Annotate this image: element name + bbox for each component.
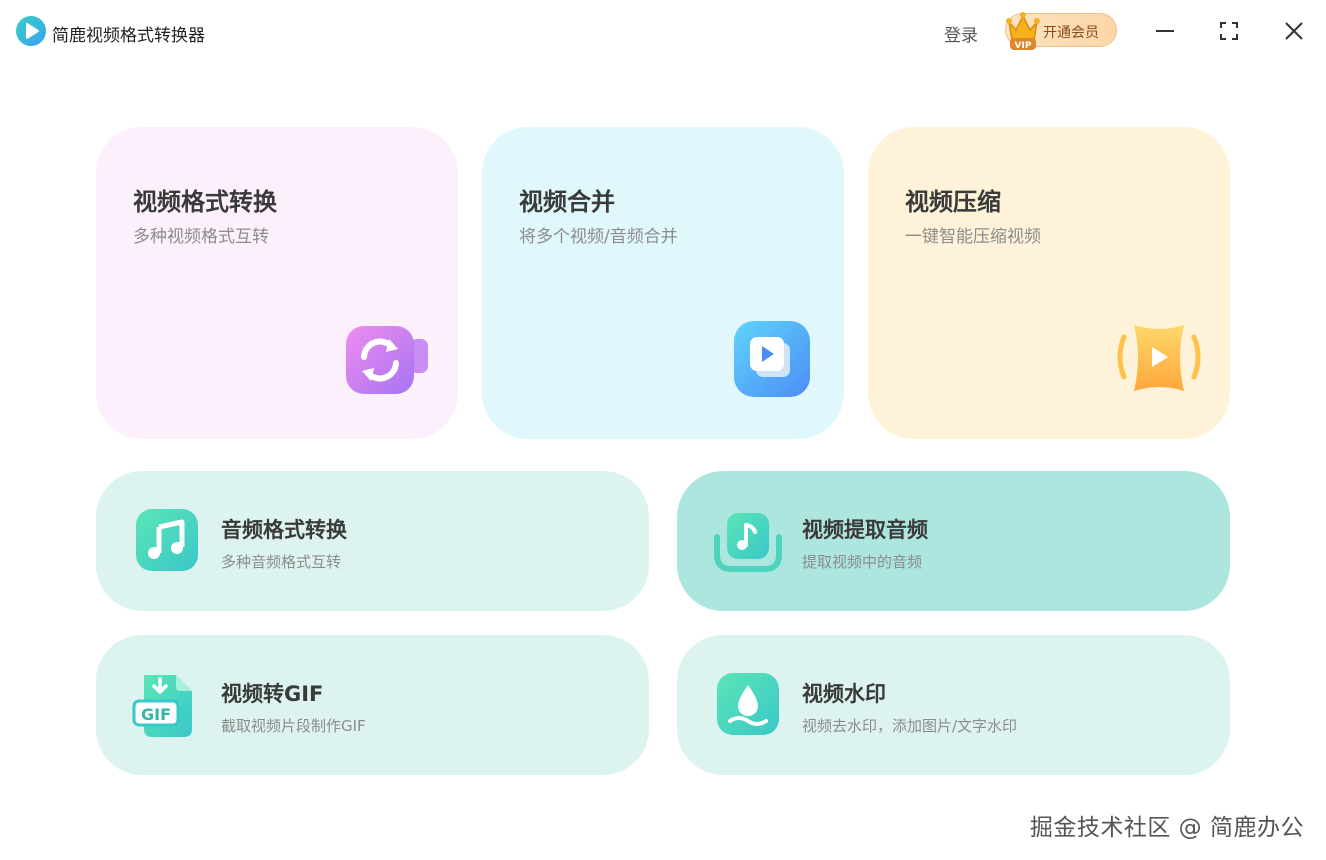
maximize-button[interactable] (1214, 16, 1244, 46)
card-audio-format-convert[interactable]: 音频格式转换 多种音频格式互转 (96, 471, 649, 611)
close-button[interactable] (1279, 16, 1309, 46)
gif-icon-text: GIF (141, 705, 171, 724)
minimize-icon (1156, 30, 1174, 32)
convert-video-icon (346, 326, 428, 394)
app-title: 简鹿视频格式转换器 (52, 26, 205, 46)
card-desc: 截取视频片段制作GIF (221, 717, 366, 735)
card-video-compress[interactable]: 视频压缩 一键智能压缩视频 (868, 127, 1230, 439)
card-desc: 多种视频格式互转 (133, 227, 269, 247)
vip-badge-text: VIP (1015, 41, 1032, 51)
compress-video-icon (1117, 325, 1201, 391)
card-video-to-gif[interactable]: GIF 视频转GIF 截取视频片段制作GIF (96, 635, 649, 775)
card-title: 视频格式转换 (133, 188, 277, 216)
close-icon (1285, 22, 1303, 40)
card-title: 视频提取音频 (802, 518, 928, 542)
extract-audio-icon (714, 513, 782, 572)
card-desc: 提取视频中的音频 (802, 553, 923, 571)
footer-watermark: 掘金技术社区 @ 简鹿办公 (1029, 815, 1304, 841)
card-desc: 一键智能压缩视频 (905, 227, 1041, 247)
card-title: 视频水印 (802, 682, 886, 706)
vip-label: 开通会员 (1043, 25, 1099, 41)
card-title: 音频格式转换 (221, 518, 347, 542)
card-video-merge[interactable]: 视频合并 将多个视频/音频合并 (482, 127, 844, 439)
card-title: 视频转GIF (221, 682, 324, 706)
card-desc: 多种音频格式互转 (221, 553, 342, 571)
minimize-button[interactable] (1150, 16, 1180, 46)
merge-video-icon (734, 321, 810, 397)
card-title: 视频合并 (519, 188, 615, 216)
card-video-watermark[interactable]: 视频水印 视频去水印，添加图片/文字水印 (677, 635, 1230, 775)
gif-file-icon: GIF (132, 675, 192, 737)
watermark-drop-icon (717, 673, 779, 735)
vip-crown-icon: VIP (1006, 12, 1040, 51)
maximize-icon (1220, 22, 1238, 40)
card-title: 视频压缩 (905, 188, 1001, 216)
card-desc: 视频去水印，添加图片/文字水印 (802, 717, 1018, 735)
card-video-format-convert[interactable]: 视频格式转换 多种视频格式互转 (96, 127, 458, 439)
title-bar: 简鹿视频格式转换器 登录 VIP 开通会员 (0, 0, 1326, 64)
music-note-icon (136, 509, 198, 571)
login-link[interactable]: 登录 (944, 21, 978, 46)
vip-membership-button[interactable]: VIP 开通会员 (1005, 12, 1117, 51)
card-desc: 将多个视频/音频合并 (519, 227, 678, 247)
app-logo-icon (16, 16, 46, 46)
card-extract-audio[interactable]: 视频提取音频 提取视频中的音频 (677, 471, 1230, 611)
